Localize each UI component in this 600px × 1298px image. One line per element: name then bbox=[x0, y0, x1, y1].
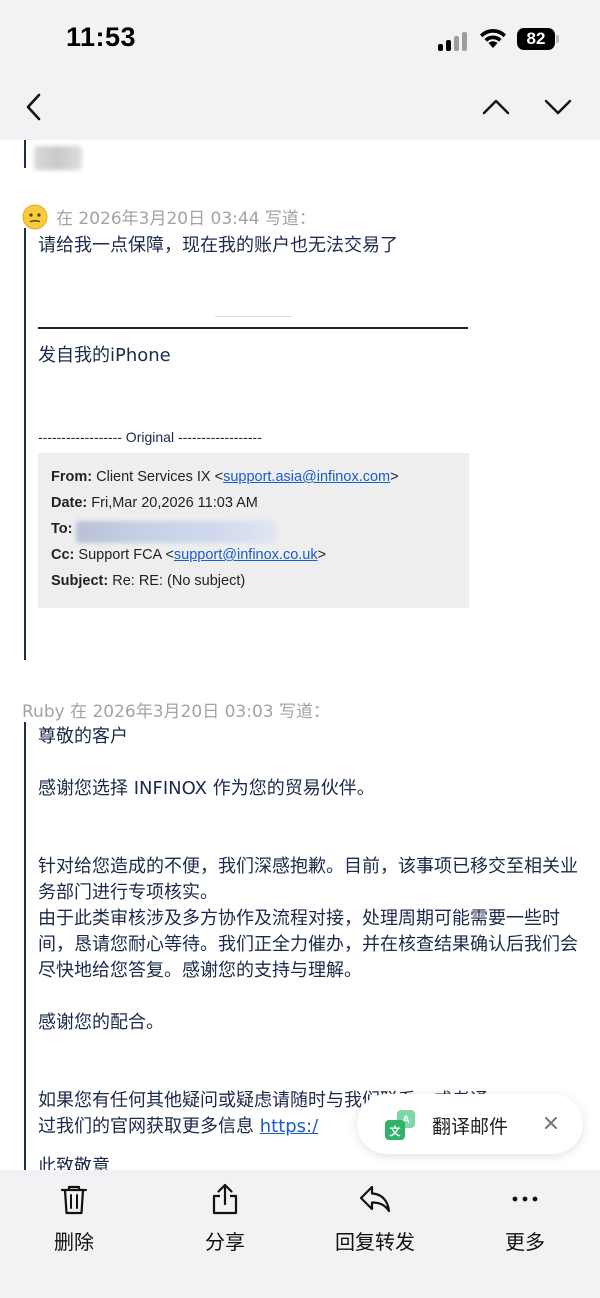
more-icon bbox=[512, 1196, 538, 1202]
apology-paragraph: 针对给您造成的不便，我们深感抱歉。目前，该事项已移交至相关业务部门进行专项核实。 bbox=[38, 856, 578, 903]
wifi-icon bbox=[480, 28, 506, 48]
status-time: 11:53 bbox=[66, 22, 137, 52]
quote-attribution: Ruby 在 2026年3月20日 03:03 写道： bbox=[22, 702, 330, 722]
translate-email-button[interactable]: A 文 翻译邮件 bbox=[357, 1094, 583, 1154]
cc-label: Cc: bbox=[51, 547, 75, 563]
next-message-button[interactable] bbox=[536, 80, 580, 134]
sender-emoji-avatar-icon bbox=[22, 204, 48, 230]
chevron-down-icon bbox=[544, 99, 572, 115]
svg-text:文: 文 bbox=[390, 1124, 402, 1138]
previous-message-button[interactable] bbox=[474, 80, 518, 134]
close-icon[interactable] bbox=[541, 1113, 561, 1133]
reply-icon bbox=[359, 1185, 391, 1213]
divider bbox=[38, 327, 468, 329]
navigation-bar bbox=[0, 80, 600, 140]
from-name: Client Services IX < bbox=[96, 469, 224, 485]
share-button[interactable]: 分享 bbox=[165, 1178, 285, 1258]
battery-tip bbox=[556, 35, 559, 43]
greeting-text: 尊敬的客户 bbox=[38, 726, 128, 747]
quote-attribution: 在 2026年3月20日 03:44 写道： bbox=[56, 209, 316, 229]
date-row: Date: Fri,Mar 20,2026 11:03 AM bbox=[51, 495, 258, 511]
to-row: To: bbox=[51, 521, 72, 537]
more-label: 更多 bbox=[505, 1230, 545, 1254]
translate-label: 翻译邮件 bbox=[432, 1116, 509, 1138]
quote-bar bbox=[24, 228, 26, 660]
closing-thanks-text: 感谢您的配合。 bbox=[38, 1012, 164, 1033]
redacted-text bbox=[34, 146, 82, 170]
thanks-text: 感谢您选择 INFINOX 作为您的贸易伙伴。 bbox=[38, 778, 375, 799]
battery-indicator: 82 bbox=[517, 28, 555, 50]
status-bar: 11:53 82 bbox=[0, 0, 600, 80]
back-button[interactable] bbox=[12, 80, 56, 134]
reply-forward-label: 回复转发 bbox=[335, 1230, 415, 1254]
cc-row: Cc: Support FCA <support@infinox.co.uk> bbox=[51, 547, 326, 563]
redacted-recipient bbox=[76, 521, 276, 543]
review-paragraph: 由于此类审核涉及多方协作及流程对接，处理周期可能需要一些时间，恳请您耐心等待。我… bbox=[38, 908, 578, 981]
cc-email-link[interactable]: support@infinox.co.uk bbox=[174, 547, 318, 563]
bottom-toolbar: 删除 分享 回复转发 更多 bbox=[0, 1170, 600, 1298]
closing-text: 此致敬意 bbox=[38, 1156, 110, 1170]
contact-line-2: 过我们的官网获取更多信息 bbox=[38, 1116, 260, 1137]
website-link[interactable]: https:/ bbox=[260, 1116, 318, 1137]
share-label: 分享 bbox=[205, 1230, 245, 1254]
date-label: Date: bbox=[51, 495, 88, 511]
delete-label: 删除 bbox=[54, 1230, 94, 1254]
cc-name: Support FCA < bbox=[78, 547, 174, 563]
original-headers-box: From: Client Services IX <support.asia@i… bbox=[38, 453, 469, 608]
from-email-link[interactable]: support.asia@infinox.com bbox=[223, 469, 390, 485]
cc-close: > bbox=[317, 547, 327, 563]
quoted-message-text: 请给我一点保障，现在我的账户也无法交易了 bbox=[38, 235, 398, 256]
reply-forward-button[interactable]: 回复转发 bbox=[315, 1178, 435, 1258]
date-value: Fri,Mar 20,2026 11:03 AM bbox=[91, 495, 258, 511]
quote-bar bbox=[24, 140, 26, 168]
signature-text: 发自我的iPhone bbox=[38, 345, 171, 366]
from-row: From: Client Services IX <support.asia@i… bbox=[51, 469, 399, 485]
original-separator: ------------------ Original ------------… bbox=[38, 429, 262, 445]
to-label: To: bbox=[51, 521, 73, 537]
trash-icon bbox=[60, 1185, 88, 1215]
subject-row: Subject: Re: RE: (No subject) bbox=[51, 573, 245, 589]
cellular-signal-icon bbox=[438, 31, 468, 51]
chevron-up-icon bbox=[482, 99, 510, 115]
divider bbox=[215, 316, 292, 317]
share-icon bbox=[212, 1183, 238, 1215]
subject-label: Subject: bbox=[51, 573, 109, 589]
delete-button[interactable]: 删除 bbox=[14, 1178, 134, 1258]
from-close: > bbox=[390, 469, 399, 485]
translate-icon: A 文 bbox=[385, 1110, 415, 1140]
quote-bar bbox=[24, 722, 26, 1170]
chevron-left-icon bbox=[26, 93, 41, 121]
from-label: From: bbox=[51, 469, 93, 485]
more-button[interactable]: 更多 bbox=[465, 1178, 585, 1258]
subject-value: Re: RE: (No subject) bbox=[112, 573, 246, 589]
email-body[interactable]: 在 2026年3月20日 03:44 写道： 请给我一点保障，现在我的账户也无法… bbox=[0, 140, 600, 1170]
